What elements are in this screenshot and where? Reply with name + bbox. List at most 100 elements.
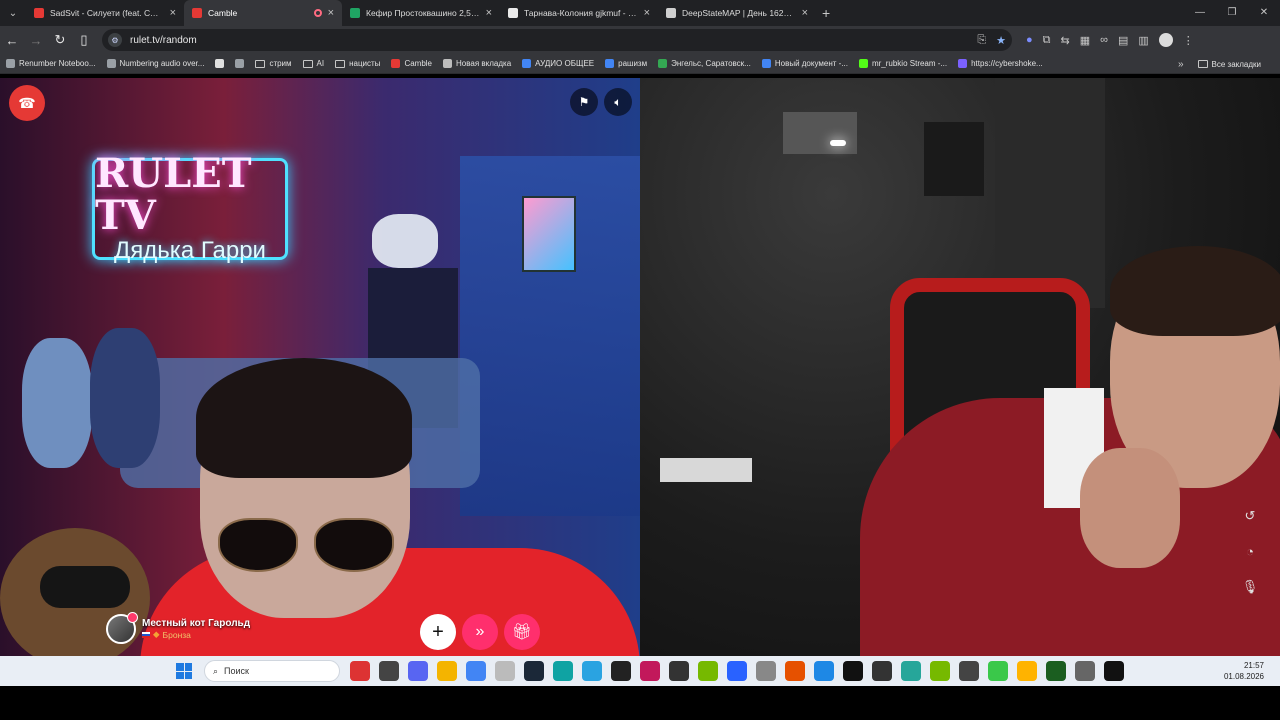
bookmarks-overflow-icon[interactable]: » <box>1178 59 1184 70</box>
translate-icon[interactable]: ⇆ <box>1061 34 1070 47</box>
close-tab-icon[interactable]: × <box>170 7 176 19</box>
browser-toolbar: ← → ↻ ▯ ⚙ rulet.tv/random ⎘ ★ ● ⧉ ⇆ ▦ ∞ … <box>0 26 1280 54</box>
browser-tab[interactable]: Camble × <box>184 0 342 26</box>
reload-icon[interactable]: ↻ <box>48 32 72 48</box>
bookmark-item[interactable] <box>235 59 245 68</box>
add-friend-button[interactable]: + <box>420 614 456 650</box>
report-flag-button[interactable]: ⚑ <box>570 88 598 116</box>
search-placeholder: Поиск <box>224 666 249 676</box>
system-clock[interactable]: 21:57 01.08.2026 <box>1224 660 1264 682</box>
bookmark-item[interactable]: стрим <box>255 59 292 68</box>
close-tab-icon[interactable]: × <box>802 7 808 19</box>
all-bookmarks[interactable]: Все закладки <box>1197 60 1261 69</box>
leaf-app-icon[interactable] <box>988 661 1008 681</box>
address-bar[interactable]: ⚙ rulet.tv/random ⎘ ★ <box>102 29 1012 51</box>
bookmark-item[interactable]: рашизм <box>605 59 647 68</box>
bookmark-item[interactable]: Renumber Noteboo... <box>6 59 96 68</box>
sidepanel-icon[interactable]: ▯ <box>72 32 96 48</box>
bookmark-item[interactable]: нацисты <box>335 59 380 68</box>
browser-tab[interactable]: DeepStateMAP | День 1620 | М × <box>658 0 816 26</box>
taskbar-search[interactable]: ⌕ Поиск <box>204 660 340 682</box>
cs-app-icon[interactable] <box>843 661 863 681</box>
close-tab-icon[interactable]: × <box>486 7 492 19</box>
taskview-app-icon[interactable] <box>379 661 399 681</box>
doc-app-icon[interactable] <box>1017 661 1037 681</box>
volume-button[interactable]: 🔈︎ <box>604 88 632 116</box>
back-icon[interactable]: ← <box>0 33 24 48</box>
beaver-mask <box>40 566 130 608</box>
font-app-icon[interactable] <box>756 661 776 681</box>
bookmark-favicon-icon <box>958 59 968 68</box>
calendar-icon[interactable]: ▤ <box>1118 34 1128 47</box>
bookmark-item[interactable]: mr_rubkio Stream -... <box>858 59 947 68</box>
close-window-icon[interactable]: ✕ <box>1248 0 1280 26</box>
up-app-icon[interactable] <box>727 661 747 681</box>
folder-app-icon[interactable] <box>437 661 457 681</box>
new-tab-button[interactable]: + <box>822 5 830 21</box>
more-menu-icon[interactable]: ⋮ <box>1183 34 1194 47</box>
spark-app-icon[interactable] <box>785 661 805 681</box>
restore-icon[interactable]: ❐ <box>1216 0 1248 26</box>
file-app-icon[interactable] <box>495 661 515 681</box>
discord-app-icon[interactable] <box>408 661 428 681</box>
link-icon[interactable]: ∞ <box>1100 34 1108 46</box>
gpt-app-icon[interactable] <box>872 661 892 681</box>
bookmark-item[interactable]: Новая вкладка <box>443 59 511 68</box>
steam-app-icon[interactable] <box>524 661 544 681</box>
close-tab-icon[interactable]: × <box>328 7 334 19</box>
sidebar-icon[interactable]: ▥ <box>1138 34 1148 47</box>
close-tab-icon[interactable]: × <box>644 7 650 19</box>
chrome-app-icon[interactable] <box>466 661 486 681</box>
bookmark-item[interactable]: Numbering audio over... <box>106 59 204 68</box>
tab-search-icon[interactable]: ⌄ <box>0 0 26 26</box>
bookmark-item[interactable]: Энгельс, Саратовск... <box>658 59 751 68</box>
nvidia-app-icon[interactable] <box>698 661 718 681</box>
phone-hangup-icon: ☎ <box>18 94 36 111</box>
gem-app-icon[interactable] <box>901 661 921 681</box>
tab-favicon-icon <box>508 8 518 18</box>
bookmark-item[interactable]: https://cybershoke... <box>958 59 1043 68</box>
check-app-icon[interactable] <box>814 661 834 681</box>
bookmark-star-icon[interactable]: ★ <box>996 34 1006 47</box>
nv2-app-icon[interactable] <box>930 661 950 681</box>
timer-icon[interactable]: ◔ <box>1240 544 1260 559</box>
clock-time: 21:57 <box>1243 661 1264 670</box>
gear-app-icon[interactable] <box>1075 661 1095 681</box>
folder-icon <box>302 59 313 68</box>
bookmark-item[interactable]: AI <box>302 59 324 68</box>
extensions-icon[interactable]: ⧉ <box>1043 34 1051 47</box>
telegram-app-icon[interactable] <box>582 661 602 681</box>
terminal-app-icon[interactable] <box>669 661 689 681</box>
boat-app-icon[interactable] <box>350 661 370 681</box>
install-app-icon[interactable]: ⎘ <box>977 34 986 47</box>
forward-icon[interactable]: → <box>24 33 48 48</box>
switch-camera-icon[interactable]: ↺ <box>1240 508 1260 524</box>
local-user-chip[interactable]: Местный кот Гарольд ◆ Бронза <box>106 612 250 644</box>
edge-app-icon[interactable] <box>553 661 573 681</box>
end-call-button[interactable]: ☎ <box>9 85 45 121</box>
globe-app-icon[interactable] <box>1046 661 1066 681</box>
grid-icon[interactable]: ▦ <box>1080 34 1090 47</box>
minimize-icon[interactable]: — <box>1184 0 1216 26</box>
next-button[interactable]: » <box>462 614 498 650</box>
cam-app-icon[interactable] <box>959 661 979 681</box>
browser-tab[interactable]: Тарнава-Колония gjkmuf - По × <box>500 0 658 26</box>
microphone-icon[interactable]: 🎙︎ <box>1240 579 1260 595</box>
tab-favicon-icon <box>350 8 360 18</box>
bookmark-item[interactable]: Новый документ -... <box>761 59 848 68</box>
bookmark-item[interactable]: АУДИО ОБЩЕЕ <box>522 59 594 68</box>
bookmark-label: Новый документ -... <box>774 59 848 68</box>
obs-app-icon[interactable] <box>611 661 631 681</box>
browser-tab[interactable]: Кефир Простоквашино 2,5%, × <box>342 0 500 26</box>
start-button[interactable] <box>176 663 192 679</box>
extension-vpn-icon[interactable]: ● <box>1026 34 1033 46</box>
obs2-app-icon[interactable] <box>1104 661 1124 681</box>
site-info-icon[interactable]: ⚙ <box>108 33 122 47</box>
gift-button[interactable]: 🎁︎ <box>504 614 540 650</box>
bookmark-item[interactable]: Camble <box>391 59 432 68</box>
pin-app-icon[interactable] <box>640 661 660 681</box>
profile-avatar[interactable] <box>1158 33 1173 47</box>
bookmark-label: АУДИО ОБЩЕЕ <box>535 59 595 68</box>
bookmark-item[interactable] <box>215 59 225 68</box>
browser-tab[interactable]: SadSvit - Силуети (feat. СТРУКТУРА × <box>26 0 184 26</box>
